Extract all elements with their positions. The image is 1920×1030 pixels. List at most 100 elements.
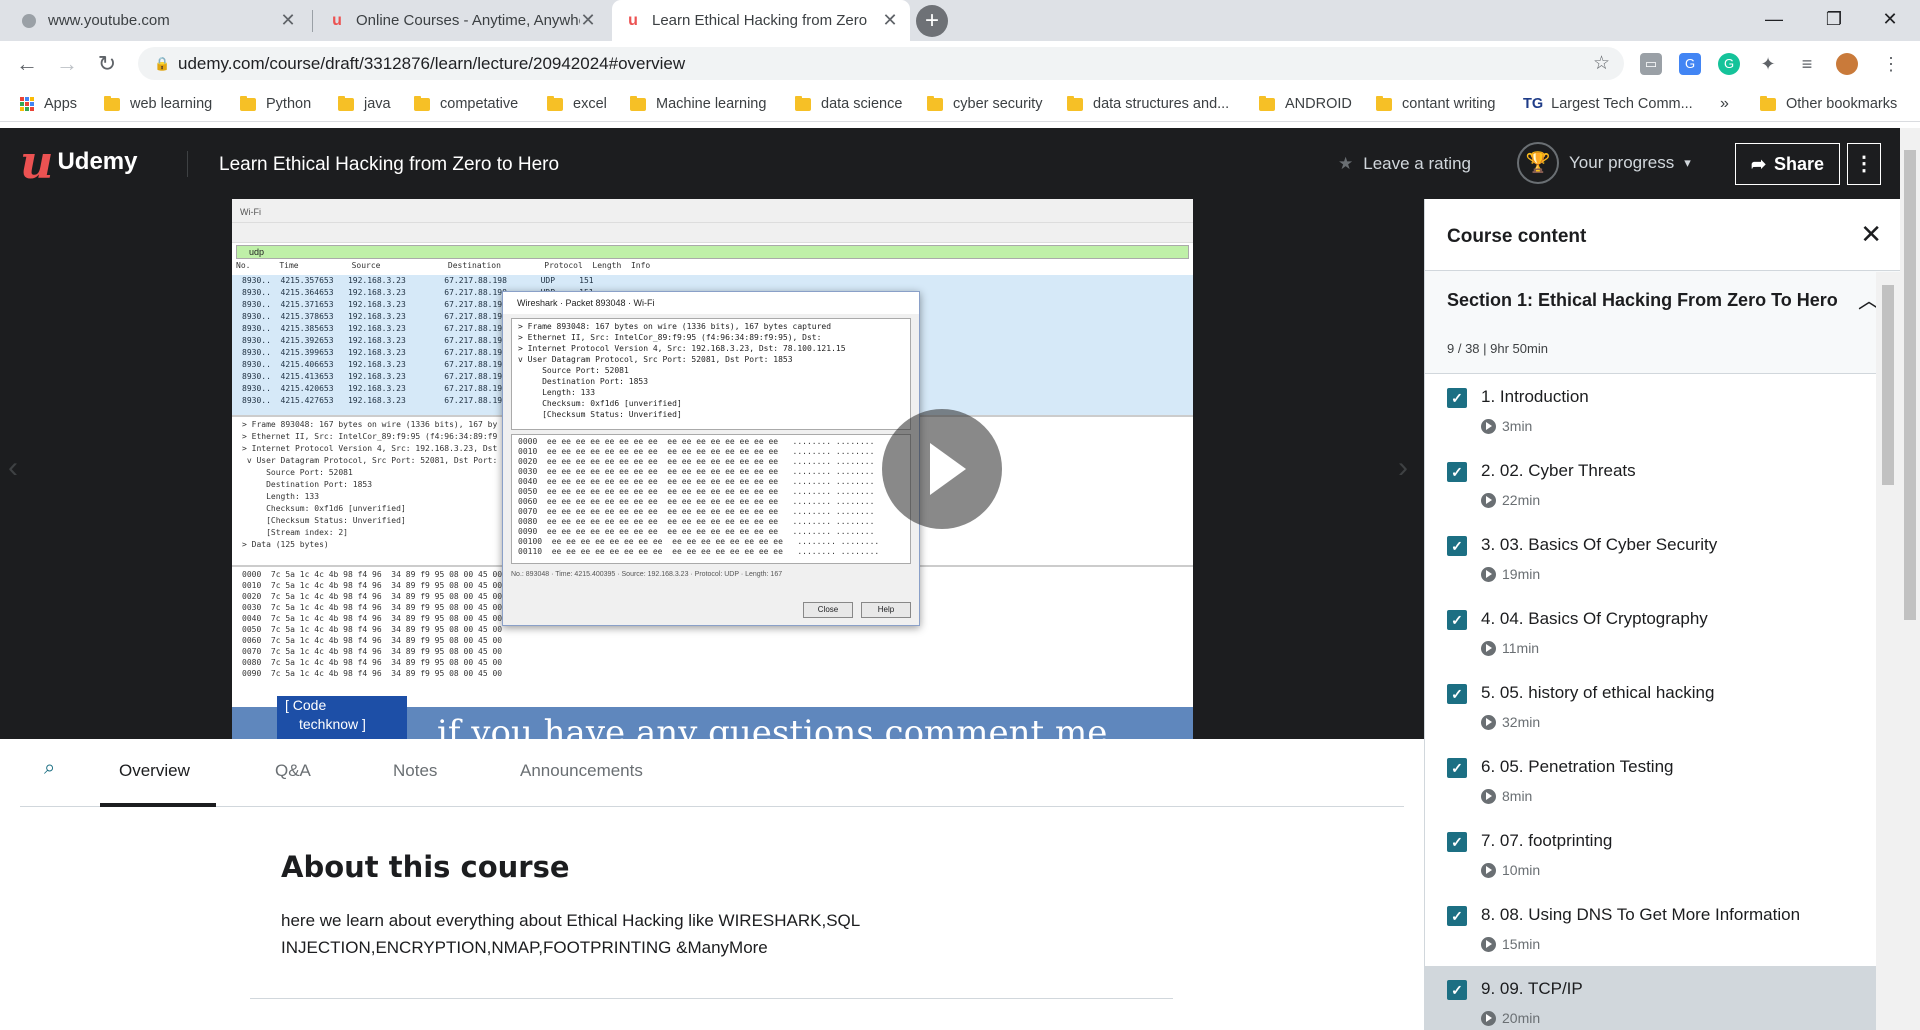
bookmark-folder[interactable]: Python [240, 86, 311, 122]
scrollbar-thumb[interactable] [1904, 150, 1916, 620]
completed-checkbox[interactable]: ✓ [1447, 832, 1467, 852]
play-circle-icon [1481, 862, 1496, 878]
lecture-list: ✓ 1. Introduction 3min ✓ 2. 02. Cyber Threat… [1425, 374, 1900, 1030]
leave-rating-button[interactable]: ★ Leave a rating [1338, 154, 1471, 174]
lecture-item[interactable]: ✓ 5. 05. history of ethical hacking 32min [1425, 670, 1900, 744]
lecture-item[interactable]: ✓ 7. 07. footprinting 10min [1425, 818, 1900, 892]
duration-label: 32min [1502, 714, 1541, 730]
lecture-item[interactable]: ✓ 8. 08. Using DNS To Get More Informatio… [1425, 892, 1900, 966]
completed-checkbox[interactable]: ✓ [1447, 758, 1467, 778]
bookmark-star-icon[interactable]: ☆ [1593, 47, 1610, 80]
tab-qa[interactable]: Q&A [275, 761, 311, 781]
previous-lecture-icon[interactable]: ‹ [8, 451, 18, 485]
reload-icon[interactable]: ↻ [90, 47, 124, 81]
close-tab-icon[interactable]: ✕ [580, 10, 596, 31]
play-circle-icon [1481, 714, 1496, 730]
bookmark-techgig[interactable]: TG Largest Tech Comm... [1523, 86, 1693, 122]
more-options-button[interactable]: ⋮ [1847, 143, 1881, 185]
bookmark-label: Apps [44, 96, 78, 112]
address-bar[interactable]: 🔒 udemy.com/course/draft/3312876/learn/l… [138, 47, 1624, 80]
bookmark-folder[interactable]: competative [414, 86, 518, 122]
bookmark-apps[interactable]: Apps [20, 86, 77, 122]
bookmark-folder[interactable]: ANDROID [1259, 86, 1352, 122]
bookmark-folder[interactable]: java [338, 86, 391, 122]
translate-icon[interactable]: G [1679, 53, 1701, 75]
search-icon[interactable]: ⌕ [44, 757, 55, 780]
forward-icon[interactable]: → [50, 47, 84, 81]
avatar[interactable] [1836, 53, 1858, 75]
back-icon[interactable]: ← [10, 47, 44, 81]
browser-tab-youtube[interactable]: www.youtube.com ✕ [8, 0, 308, 41]
sidebar-scrollbar[interactable] [1876, 272, 1900, 1030]
completed-checkbox[interactable]: ✓ [1447, 906, 1467, 926]
new-tab-button[interactable]: + [916, 5, 948, 37]
close-icon[interactable]: ✕ [1860, 219, 1882, 250]
video-player[interactable]: ‹ › Wi-Fi udp No. Time Source Destinatio… [0, 199, 1424, 739]
bookmark-folder[interactable]: excel [547, 86, 607, 122]
lecture-item[interactable]: ✓ 4. 04. Basics Of Cryptography 11min [1425, 596, 1900, 670]
completed-checkbox[interactable]: ✓ [1447, 610, 1467, 630]
play-circle-icon [1481, 936, 1496, 952]
bookmark-folder[interactable]: web learning [104, 86, 212, 122]
browser-tab-active[interactable]: u Learn Ethical Hacking from Zero ✕ [612, 0, 910, 41]
wireshark-menubar: Wi-Fi [232, 199, 1193, 223]
completed-checkbox[interactable]: ✓ [1447, 536, 1467, 556]
folder-icon [1067, 95, 1083, 111]
brand-name: Udemy [57, 148, 138, 175]
completed-checkbox[interactable]: ✓ [1447, 980, 1467, 1000]
completed-checkbox[interactable]: ✓ [1447, 388, 1467, 408]
menu-icon[interactable]: ⋮ [1880, 53, 1902, 75]
extensions-icon[interactable]: ✦ [1757, 53, 1779, 75]
share-button[interactable]: ➦ Share [1735, 143, 1840, 185]
udemy-logo[interactable]: u Udemy [20, 139, 138, 185]
folder-icon [1259, 95, 1275, 111]
folder-icon [1376, 95, 1392, 111]
page-scrollbar[interactable] [1900, 128, 1920, 1030]
bookmark-folder[interactable]: data structures and... [1067, 86, 1229, 122]
scrollbar-thumb[interactable] [1882, 285, 1894, 485]
bookmark-other[interactable]: Other bookmarks [1760, 86, 1897, 122]
section-header[interactable]: Section 1: Ethical Hacking From Zero To … [1425, 271, 1900, 374]
close-tab-icon[interactable]: ✕ [280, 10, 296, 31]
tab-overview[interactable]: Overview [119, 761, 190, 781]
course-title[interactable]: Learn Ethical Hacking from Zero to Hero [219, 154, 559, 176]
restore-icon[interactable]: ❐ [1804, 0, 1864, 41]
lecture-item[interactable]: ✓ 9. 09. TCP/IP 20min [1425, 966, 1900, 1030]
completed-checkbox[interactable]: ✓ [1447, 462, 1467, 482]
tab-notes[interactable]: Notes [393, 761, 437, 781]
udemy-favicon-icon: u [332, 11, 342, 29]
minimize-icon[interactable]: — [1744, 0, 1804, 41]
folder-icon [630, 95, 646, 111]
lecture-item[interactable]: ✓ 2. 02. Cyber Threats 22min [1425, 448, 1900, 522]
close-window-icon[interactable]: ✕ [1860, 0, 1920, 41]
completed-checkbox[interactable]: ✓ [1447, 684, 1467, 704]
close-tab-icon[interactable]: ✕ [882, 10, 898, 31]
media-icon[interactable]: ≡ [1796, 53, 1818, 75]
progress-button[interactable]: 🏆 Your progress ▾ [1517, 142, 1691, 184]
lecture-item[interactable]: ✓ 3. 03. Basics Of Cyber Security 19min [1425, 522, 1900, 596]
grammarly-icon[interactable]: G [1718, 53, 1740, 75]
lecture-item[interactable]: ✓ 6. 05. Penetration Testing 8min [1425, 744, 1900, 818]
play-icon[interactable] [882, 409, 1002, 529]
browser-tab-strip: www.youtube.com ✕ u Online Courses - Any… [0, 0, 1920, 41]
next-lecture-icon[interactable]: › [1398, 451, 1408, 485]
bookmark-folder[interactable]: data science [795, 86, 902, 122]
bookmark-folder[interactable]: Machine learning [630, 86, 766, 122]
lecture-duration: 11min [1481, 640, 1539, 656]
bookmark-folder[interactable]: cyber security [927, 86, 1042, 122]
divider [187, 151, 188, 177]
dialog-tree: > Frame 893048: 167 bytes on wire (1336 … [511, 318, 911, 430]
browser-tab-online-courses[interactable]: u Online Courses - Anytime, Anywhere ✕ [316, 0, 608, 41]
cast-icon[interactable]: ▭ [1640, 53, 1662, 75]
about-description: here we learn about everything about Eth… [281, 911, 860, 957]
lecture-title: 7. 07. footprinting [1481, 831, 1613, 850]
apps-grid-icon [20, 97, 34, 111]
lecture-item[interactable]: ✓ 1. Introduction 3min [1425, 374, 1900, 448]
bookmark-folder[interactable]: contant writing [1376, 86, 1496, 122]
rating-label: Leave a rating [1363, 154, 1471, 173]
sidebar-header: Course content ✕ [1425, 199, 1900, 271]
lecture-duration: 3min [1481, 418, 1532, 434]
dialog-title: Wireshark · Packet 893048 · Wi-Fi [503, 292, 919, 314]
tab-announcements[interactable]: Announcements [520, 761, 643, 781]
bookmarks-overflow-button[interactable]: » [1720, 86, 1729, 122]
